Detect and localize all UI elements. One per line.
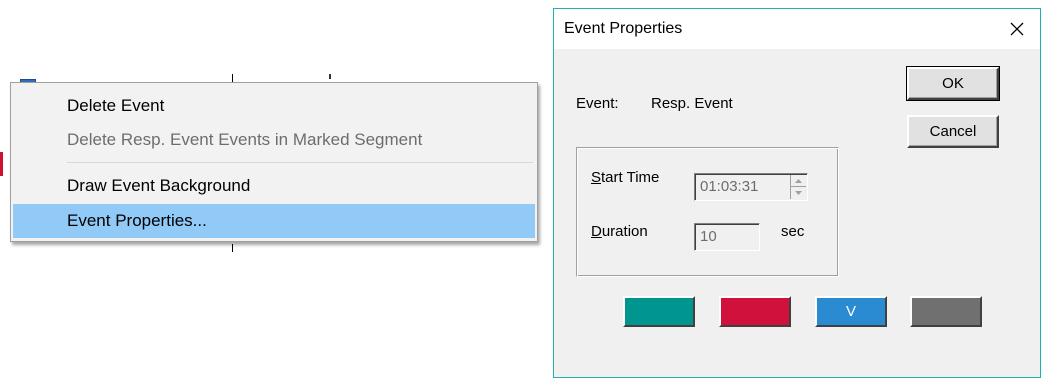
red-marker-fragment bbox=[0, 152, 3, 176]
event-value: Resp. Event bbox=[651, 95, 733, 112]
color-swatch-gray[interactable] bbox=[910, 296, 982, 327]
duration-label: Duration bbox=[591, 223, 648, 240]
start-time-spin bbox=[790, 175, 806, 199]
event-properties-dialog: Event Properties Event: Resp. Event OK C… bbox=[553, 8, 1041, 378]
menu-item-delete-resp-events-marked-segment[interactable]: Delete Resp. Event Events in Marked Segm… bbox=[13, 123, 535, 157]
menu-separator bbox=[67, 162, 533, 163]
spin-down-button[interactable] bbox=[791, 187, 806, 199]
tick-mark bbox=[232, 74, 233, 82]
start-time-label-mnemonic: S bbox=[591, 169, 602, 186]
tick-mark bbox=[329, 74, 331, 79]
ok-button[interactable]: OK bbox=[906, 66, 1000, 101]
close-icon bbox=[1010, 22, 1024, 36]
start-time-value: 01:03:31 bbox=[700, 178, 759, 195]
color-swatch-red[interactable] bbox=[719, 296, 791, 327]
duration-label-mnemonic: D bbox=[591, 223, 602, 240]
menu-item-draw-event-background[interactable]: Draw Event Background bbox=[13, 169, 535, 203]
start-time-label-rest: tart Time bbox=[601, 169, 660, 186]
title-bar[interactable]: Event Properties bbox=[554, 9, 1040, 49]
arrow-up-icon bbox=[795, 178, 802, 183]
dialog-title: Event Properties bbox=[564, 20, 683, 37]
menu-item-delete-event[interactable]: Delete Event bbox=[13, 89, 535, 123]
arrow-down-icon bbox=[795, 191, 802, 195]
start-time-label: Start Time bbox=[591, 169, 659, 186]
duration-unit: sec bbox=[781, 223, 805, 240]
duration-label-rest: uration bbox=[601, 223, 648, 240]
menu-item-event-properties[interactable]: Event Properties... bbox=[13, 204, 535, 238]
duration-field[interactable]: 10 bbox=[694, 223, 760, 251]
color-swatch-blue[interactable]: V bbox=[815, 296, 887, 327]
start-time-spinner[interactable]: 01:03:31 bbox=[694, 173, 808, 201]
cancel-button[interactable]: Cancel bbox=[907, 115, 999, 148]
color-swatch-teal[interactable] bbox=[623, 296, 695, 327]
close-button[interactable] bbox=[994, 9, 1040, 49]
tick-mark bbox=[232, 244, 233, 252]
spin-up-button[interactable] bbox=[791, 175, 806, 187]
event-label: Event: bbox=[576, 95, 619, 112]
time-groupbox bbox=[576, 147, 839, 277]
context-menu: Delete Event Delete Resp. Event Events i… bbox=[10, 82, 538, 242]
